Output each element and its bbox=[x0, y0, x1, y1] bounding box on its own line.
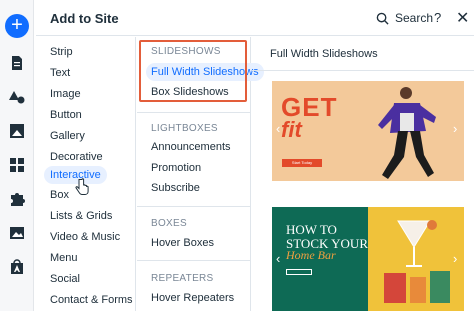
panel-title: Add to Site bbox=[50, 11, 119, 26]
category-item[interactable]: Text bbox=[50, 67, 70, 79]
left-rail: + bbox=[0, 0, 34, 311]
page-icon[interactable] bbox=[9, 55, 25, 71]
hand-cursor-icon bbox=[75, 178, 89, 195]
slideshow-preview-home-bar[interactable]: HOW TO STOCK YOUR Home Bar ‹ › bbox=[272, 207, 464, 311]
subcategory-subscribe[interactable]: Subscribe bbox=[151, 182, 200, 194]
add-icon[interactable]: + bbox=[5, 14, 29, 38]
chevron-left-icon[interactable]: ‹ bbox=[276, 121, 280, 136]
preview-title: Full Width Slideshows bbox=[270, 48, 378, 60]
store-icon[interactable] bbox=[9, 259, 25, 275]
category-item[interactable]: Lists & Grids bbox=[50, 210, 112, 222]
search-icon bbox=[376, 12, 389, 25]
card-line1: HOW TO bbox=[286, 222, 337, 237]
category-item[interactable]: Button bbox=[50, 109, 82, 121]
category-item[interactable]: Contact & Forms bbox=[50, 294, 133, 306]
card-button bbox=[286, 269, 312, 275]
section-title-boxes: BOXES bbox=[151, 218, 187, 229]
divider bbox=[252, 70, 474, 71]
chevron-left-icon[interactable]: ‹ bbox=[276, 251, 280, 266]
subcategory-hover-boxes[interactable]: Hover Boxes bbox=[151, 237, 214, 249]
subcategory-list: SLIDESHOWS Full Width Slideshows Box Sli… bbox=[137, 37, 264, 311]
divider bbox=[137, 206, 251, 207]
category-item[interactable]: Gallery bbox=[50, 130, 85, 142]
puzzle-icon[interactable] bbox=[9, 191, 25, 207]
category-item[interactable]: Menu bbox=[50, 252, 78, 264]
runner-image bbox=[378, 87, 436, 179]
media-icon[interactable] bbox=[9, 123, 25, 139]
card-subline: fit bbox=[281, 117, 302, 142]
section-title-repeaters: REPEATERS bbox=[151, 273, 214, 284]
subcategory-hover-repeaters[interactable]: Hover Repeaters bbox=[151, 292, 234, 304]
category-item[interactable]: Box bbox=[50, 189, 69, 201]
category-item[interactable]: Social bbox=[50, 273, 80, 285]
divider bbox=[137, 260, 251, 261]
category-item[interactable]: Video & Music bbox=[50, 231, 120, 243]
chevron-right-icon[interactable]: › bbox=[453, 121, 457, 136]
apps-icon[interactable] bbox=[9, 157, 25, 173]
category-item[interactable]: Image bbox=[50, 88, 81, 100]
add-to-site-panel: Add to Site Search ? ✕ Strip Text Image … bbox=[36, 0, 474, 311]
section-title-lightboxes: LIGHTBOXES bbox=[151, 123, 218, 134]
card-line3: Home Bar bbox=[286, 248, 336, 262]
card-cta: Start Today bbox=[282, 159, 322, 167]
theme-icon[interactable] bbox=[9, 89, 25, 105]
category-item[interactable]: Decorative bbox=[50, 151, 103, 163]
highlight-box bbox=[139, 40, 247, 102]
search-button[interactable]: Search bbox=[376, 9, 433, 27]
chevron-right-icon[interactable]: › bbox=[453, 251, 457, 266]
slideshow-preview-fitness[interactable]: GET fit Start Today ‹ › bbox=[272, 81, 464, 181]
divider bbox=[137, 112, 251, 113]
subcategory-promotion[interactable]: Promotion bbox=[151, 162, 201, 174]
cocktail-image bbox=[384, 220, 450, 303]
help-button[interactable]: ? bbox=[434, 10, 441, 25]
subcategory-announcements[interactable]: Announcements bbox=[151, 141, 231, 153]
preview-pane: Full Width Slideshows GET fit Start Toda… bbox=[252, 37, 474, 311]
search-label: Search bbox=[395, 11, 434, 25]
category-list: Strip Text Image Button Gallery Decorati… bbox=[36, 37, 136, 311]
panel-header: Add to Site Search ? ✕ bbox=[36, 0, 474, 36]
image-icon[interactable] bbox=[9, 225, 25, 241]
close-button[interactable]: ✕ bbox=[456, 8, 469, 28]
category-item[interactable]: Strip bbox=[50, 46, 73, 58]
